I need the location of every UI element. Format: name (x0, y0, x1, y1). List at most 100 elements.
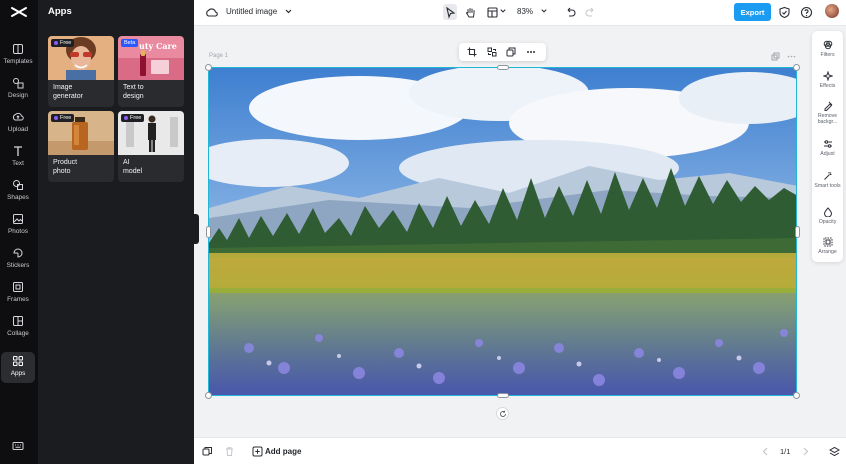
meadow-landscape-image (209, 68, 796, 395)
rail-item-stickers[interactable]: Stickers (1, 244, 35, 276)
chevron-down-icon[interactable] (284, 7, 293, 16)
resize-handle-top-right[interactable] (793, 64, 800, 71)
rail-item-label: Collage (7, 330, 29, 337)
rotate-icon (499, 410, 506, 417)
previous-page-icon[interactable] (760, 446, 771, 457)
adjust-icon (823, 140, 832, 148)
shield-icon[interactable] (778, 6, 791, 19)
app-card-label-line2: photo (53, 168, 71, 175)
rail-item-label: Upload (7, 126, 29, 133)
rail-item-apps[interactable]: Apps (1, 352, 35, 383)
resize-handle-top-left[interactable] (205, 64, 212, 71)
add-page-icon[interactable] (252, 446, 263, 457)
canvas-image[interactable] (208, 67, 797, 396)
thumbnail-overlay-text: uty Care (139, 41, 177, 51)
zoom-level[interactable]: 83% (517, 7, 533, 16)
copy-icon[interactable] (506, 47, 516, 57)
app-card-text-to-design[interactable]: Beta uty Care Text to design (118, 36, 184, 107)
frames-icon (13, 282, 23, 292)
badge-label: Free (60, 40, 72, 46)
redo-icon[interactable] (584, 6, 597, 19)
resize-handle-left[interactable] (206, 226, 211, 238)
app-card-label-line2: design (123, 93, 144, 100)
panel-collapse-handle[interactable] (193, 214, 199, 244)
rail-item-collage[interactable]: Collage (1, 312, 35, 344)
upload-icon (12, 112, 24, 121)
rail-item-shapes[interactable]: Shapes (1, 176, 35, 208)
tool-opacity[interactable]: Opacity (812, 207, 843, 225)
app-card-label-line1: Image (53, 84, 73, 91)
delete-icon[interactable] (224, 446, 235, 457)
app-card-label-line1: Product (53, 159, 78, 166)
keyboard-shortcuts-icon[interactable] (12, 440, 24, 452)
document-title[interactable]: Untitled image (226, 7, 277, 16)
replace-icon[interactable] (487, 47, 497, 57)
left-rail: Templates Design Upload Text Shapes Phot… (0, 0, 38, 464)
more-options-icon[interactable] (526, 47, 536, 57)
undo-icon[interactable] (564, 6, 577, 19)
duplicate-page-icon[interactable] (771, 52, 780, 61)
hand-icon[interactable] (464, 6, 477, 19)
tool-smart-tools[interactable]: Smart tools (812, 171, 843, 189)
remove-background-icon (824, 101, 832, 111)
rail-item-photos[interactable]: Photos (1, 210, 35, 242)
tool-adjust[interactable]: Adjust (812, 139, 843, 157)
next-page-icon[interactable] (800, 446, 811, 457)
tool-label: Opacity (818, 219, 837, 225)
rail-item-label: Stickers (6, 262, 30, 269)
layers-icon[interactable] (829, 446, 840, 457)
filters-icon (823, 40, 832, 50)
resize-handle-bottom[interactable] (497, 393, 509, 398)
badge-dot-icon (54, 116, 58, 120)
free-badge: Free (51, 39, 75, 47)
rail-item-text[interactable]: Text (1, 142, 35, 174)
design-icon (13, 78, 24, 89)
rotate-handle[interactable] (496, 407, 509, 420)
export-button[interactable]: Export (734, 3, 771, 21)
effects-icon (822, 71, 833, 81)
avatar[interactable] (825, 4, 839, 18)
pages-icon[interactable] (202, 446, 213, 457)
capcut-logo-icon[interactable] (10, 5, 28, 19)
rail-item-label: Apps (10, 370, 26, 377)
badge-label: Free (130, 115, 142, 121)
resize-handle-top[interactable] (497, 65, 509, 70)
text-icon (14, 146, 22, 156)
smart-tools-icon (823, 172, 831, 180)
cloud-sync-icon[interactable] (205, 6, 218, 19)
apps-icon (13, 356, 23, 366)
app-card-label-line1: Text to (123, 84, 144, 91)
tool-remove-background[interactable]: Remove backgr... (812, 101, 843, 125)
tool-effects[interactable]: Effects (812, 71, 843, 89)
rail-item-design[interactable]: Design (1, 74, 35, 106)
free-badge: Free (51, 114, 75, 122)
chevron-down-icon[interactable] (540, 7, 548, 15)
help-icon[interactable] (800, 6, 813, 19)
app-card-image-generator[interactable]: Free Image generator (48, 36, 114, 107)
resize-handle-bottom-right[interactable] (793, 392, 800, 399)
rail-item-upload[interactable]: Upload (1, 108, 35, 140)
resize-handle-bottom-left[interactable] (205, 392, 212, 399)
tool-filters[interactable]: Filters (812, 40, 843, 58)
badge-dot-icon (54, 41, 58, 45)
pointer-icon[interactable] (444, 6, 457, 19)
shapes-icon (13, 180, 23, 190)
right-tools-panel: Filters Effects Remove backgr... Adjust … (812, 31, 843, 262)
resize-handle-right[interactable] (795, 226, 800, 238)
add-page-button[interactable]: Add page (265, 447, 301, 456)
rail-item-label: Frames (7, 296, 29, 303)
app-card-ai-model[interactable]: Free AI model (118, 111, 184, 182)
page-more-icon[interactable] (787, 52, 796, 61)
bottom-bar: Add page 1/1 (194, 437, 846, 464)
chevron-down-icon[interactable] (499, 7, 507, 15)
rail-item-label: Photos (8, 228, 28, 235)
photos-icon (13, 214, 23, 224)
layout-icon[interactable] (486, 6, 499, 19)
rail-item-templates[interactable]: Templates (1, 40, 35, 72)
rail-item-frames[interactable]: Frames (1, 278, 35, 310)
app-card-product-photo[interactable]: Free Product photo (48, 111, 114, 182)
tool-label: Smart tools (814, 183, 841, 189)
crop-icon[interactable] (467, 47, 477, 57)
tool-label: Filters (820, 52, 835, 58)
tool-arrange[interactable]: Arrange (812, 237, 843, 255)
